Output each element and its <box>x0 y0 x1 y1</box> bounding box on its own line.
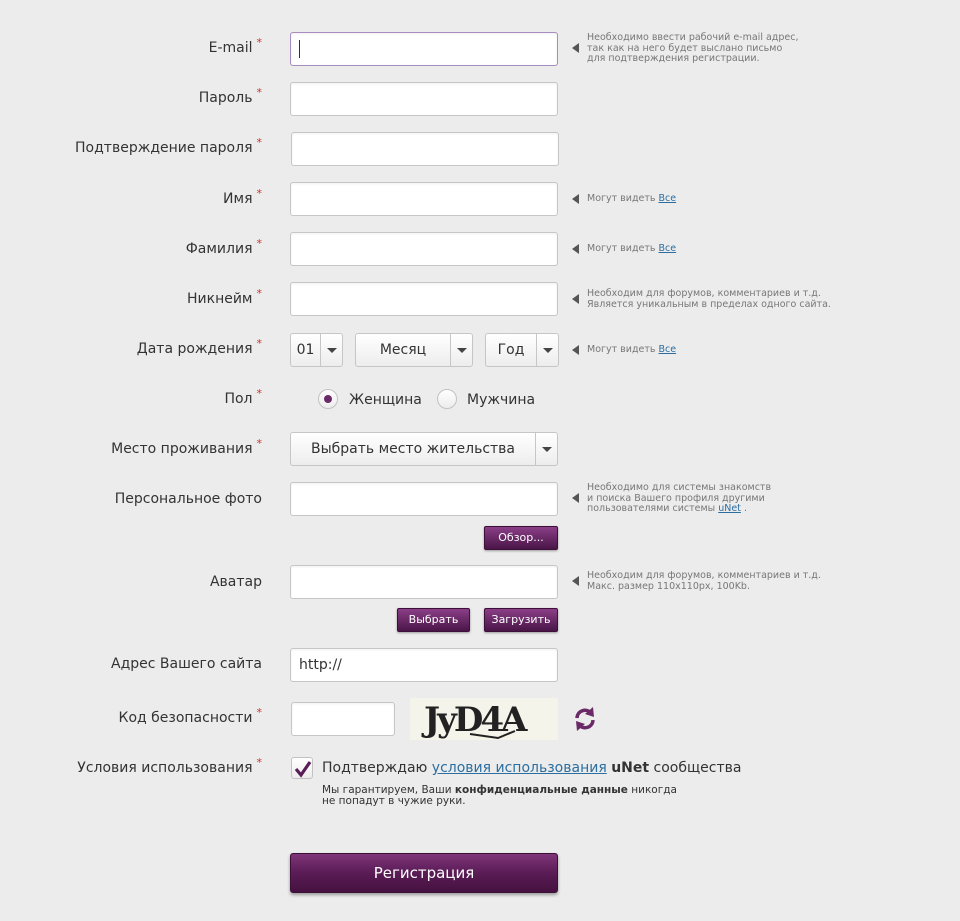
hint-arrow-icon <box>572 244 579 254</box>
hint-arrow-icon <box>572 345 579 355</box>
last-name-label: Фамилия * <box>185 237 262 257</box>
website-input[interactable]: http:// <box>290 648 558 682</box>
email-hint: Необходимо ввести рабочий e-mail адрес, … <box>572 32 799 65</box>
photo-label: Персональное фото <box>114 491 262 507</box>
password-confirm-input[interactable] <box>291 132 559 166</box>
gender-female-radio[interactable] <box>318 389 338 409</box>
gender-male-label[interactable]: Мужчина <box>467 392 535 408</box>
email-label: E-mail * <box>208 36 262 56</box>
gender-male-radio[interactable] <box>437 389 457 409</box>
terms-text: Подтверждаю условия использования uNet с… <box>322 760 742 776</box>
last-name-hint: Могут видеть Все <box>572 243 677 255</box>
birth-year-select[interactable]: Год <box>485 333 559 367</box>
chevron-down-icon <box>320 334 342 366</box>
last-name-input[interactable] <box>290 232 558 266</box>
visibility-link[interactable]: Все <box>659 193 677 204</box>
avatar-label: Аватар <box>209 574 262 590</box>
password-label: Пароль * <box>198 86 262 106</box>
birth-month-select[interactable]: Месяц <box>355 333 473 367</box>
avatar-hint: Необходим для форумов, комментариев и т.… <box>572 570 821 592</box>
refresh-icon[interactable] <box>571 705 599 733</box>
chevron-down-icon <box>536 334 558 366</box>
hint-arrow-icon <box>572 194 579 204</box>
hint-arrow-icon <box>572 294 579 304</box>
first-name-input[interactable] <box>290 182 558 216</box>
nickname-label: Никнейм * <box>186 287 262 307</box>
captcha-image: JyD4A <box>410 698 558 740</box>
residence-select[interactable]: Выбрать место жительства <box>290 432 558 466</box>
avatar-upload-button[interactable]: Загрузить <box>484 608 558 632</box>
password-confirm-label: Подтверждение пароля * <box>75 136 262 156</box>
password-input[interactable] <box>290 82 558 116</box>
terms-label: Условия использования * <box>77 756 262 776</box>
unet-link[interactable]: uNet <box>718 503 741 514</box>
photo-hint: Необходимо для системы знакомств и поиск… <box>572 482 771 515</box>
gender-label: Пол * <box>224 387 262 407</box>
avatar-choose-button[interactable]: Выбрать <box>397 608 470 632</box>
first-name-hint: Могут видеть Все <box>572 193 677 205</box>
residence-label: Место проживания * <box>111 437 262 457</box>
visibility-link[interactable]: Все <box>659 243 677 254</box>
email-input[interactable] <box>290 32 558 66</box>
nickname-input[interactable] <box>290 282 558 316</box>
nickname-hint: Необходим для форумов, комментариев и т.… <box>572 288 831 310</box>
terms-link[interactable]: условия использования <box>432 760 607 776</box>
birthdate-hint: Могут видеть Все <box>572 344 677 356</box>
chevron-down-icon <box>450 334 472 366</box>
avatar-input[interactable] <box>290 565 558 599</box>
terms-checkbox[interactable] <box>291 757 313 779</box>
visibility-link[interactable]: Все <box>659 344 677 355</box>
birth-day-select[interactable]: 01 <box>290 333 343 367</box>
photo-file-input[interactable] <box>290 482 558 516</box>
chevron-down-icon <box>535 433 557 465</box>
first-name-label: Имя * <box>223 187 262 207</box>
privacy-note: Мы гарантируем, Ваши конфиденциальные да… <box>322 784 677 807</box>
birthdate-label: Дата рождения * <box>136 337 262 357</box>
register-button[interactable]: Регистрация <box>290 853 558 893</box>
captcha-label: Код безопасности * <box>118 706 263 726</box>
hint-arrow-icon <box>572 493 579 503</box>
hint-arrow-icon <box>572 576 579 586</box>
captcha-input[interactable] <box>291 702 395 736</box>
checkmark-icon <box>294 761 312 778</box>
gender-female-label[interactable]: Женщина <box>349 392 422 408</box>
photo-browse-button[interactable]: Обзор... <box>484 526 558 550</box>
hint-arrow-icon <box>572 43 579 53</box>
website-label: Адрес Вашего сайта <box>111 656 262 672</box>
